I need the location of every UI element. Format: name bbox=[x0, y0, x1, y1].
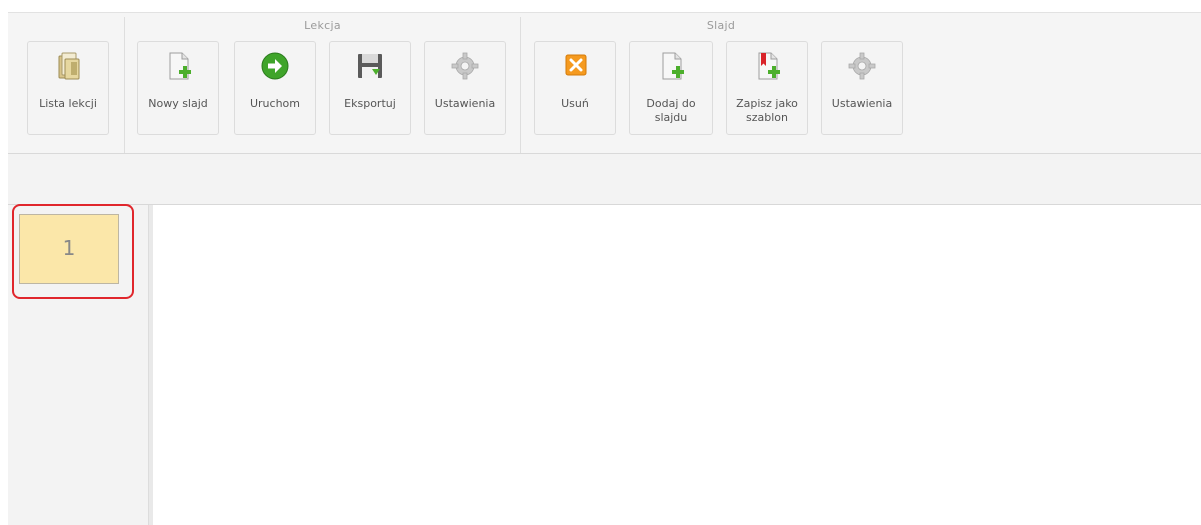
slide-settings-button[interactable]: Ustawienia bbox=[821, 41, 903, 135]
slide-number: 1 bbox=[62, 236, 76, 260]
ribbon-toolbar: Lista lekcji Lekcja Nowy slajd Uruchom E… bbox=[8, 12, 1201, 154]
run-button[interactable]: Uruchom bbox=[234, 41, 316, 135]
new-slide-button[interactable]: Nowy slajd bbox=[137, 41, 219, 135]
lesson-list-label: Lista lekcji bbox=[39, 97, 97, 110]
lesson-list-button[interactable]: Lista lekcji bbox=[27, 41, 109, 135]
lesson-group: Lekcja Nowy slajd Uruchom Eksportuj Usta… bbox=[125, 13, 520, 154]
arrow-right-circle-icon bbox=[261, 52, 289, 80]
lesson-group-title: Lekcja bbox=[304, 19, 341, 32]
delete-x-icon bbox=[565, 54, 587, 76]
page-add-icon bbox=[662, 52, 684, 80]
add-to-slide-label: Dodaj do slajdu bbox=[646, 97, 696, 124]
slide-group: Slajd Usuń Dodaj do slajdu Zapisz jako s… bbox=[521, 13, 921, 154]
slide-settings-label: Ustawienia bbox=[831, 97, 893, 110]
slide-group-title: Slajd bbox=[706, 19, 736, 32]
delete-slide-label: Usuń bbox=[561, 97, 589, 110]
run-label: Uruchom bbox=[249, 97, 300, 110]
gear-icon bbox=[451, 52, 479, 80]
new-slide-label: Nowy slajd bbox=[148, 97, 208, 110]
delete-slide-button[interactable]: Usuń bbox=[534, 41, 616, 135]
export-button[interactable]: Eksportuj bbox=[329, 41, 411, 135]
export-label: Eksportuj bbox=[344, 97, 396, 110]
save-as-template-button[interactable]: Zapisz jako szablon bbox=[726, 41, 808, 135]
lesson-settings-button[interactable]: Ustawienia bbox=[424, 41, 506, 135]
gear-icon bbox=[848, 52, 876, 80]
floppy-disk-icon bbox=[358, 54, 382, 78]
slide-canvas[interactable] bbox=[153, 205, 1201, 525]
page-add-icon bbox=[169, 52, 191, 80]
lesson-settings-label: Ustawienia bbox=[434, 97, 496, 110]
folder-icon bbox=[58, 52, 80, 80]
bookmark-page-add-icon bbox=[758, 52, 780, 80]
slide-thumbnail[interactable]: 1 bbox=[19, 214, 119, 284]
secondary-toolbar bbox=[8, 154, 1201, 205]
add-to-slide-button[interactable]: Dodaj do slajdu bbox=[629, 41, 713, 135]
save-as-template-label: Zapisz jako szablon bbox=[736, 97, 798, 124]
